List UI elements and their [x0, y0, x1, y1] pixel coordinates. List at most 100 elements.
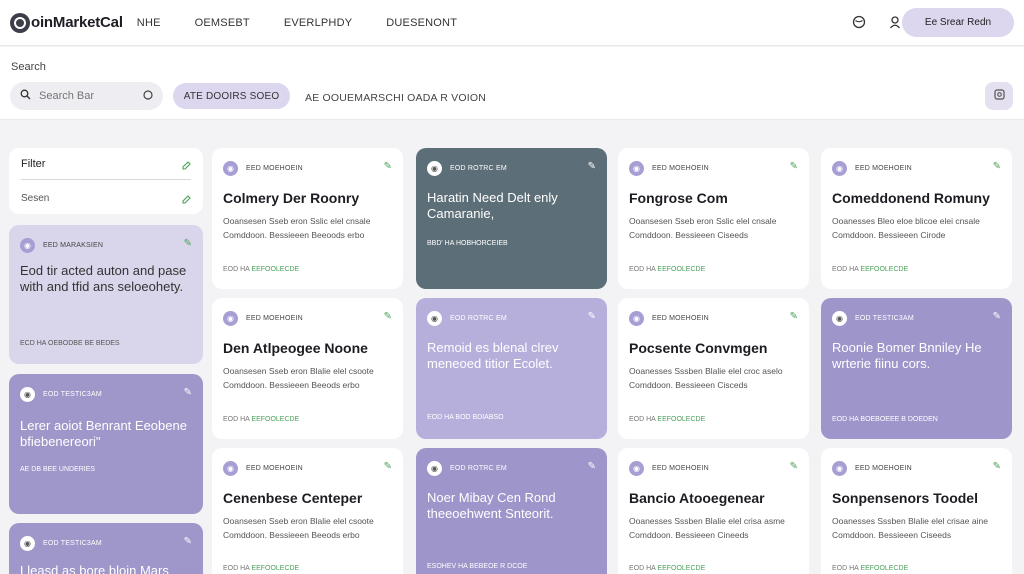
content-card[interactable]: ◉ EOD TESTIC3AM ✎ Roonie Bomer Bnniley He…: [821, 298, 1012, 439]
card-header: ◉ EED MARAKSIEN: [20, 238, 103, 253]
card-header: ◉ EOD ROTRC EM: [427, 311, 507, 326]
footer-status: EEFOOLECDE: [251, 416, 300, 423]
nav-item-4[interactable]: DUESENONT: [386, 17, 457, 29]
top-bar: oinMarketCal NHE OEMSEBT EVERLPHDY DUESE…: [0, 0, 1024, 46]
content-card[interactable]: ◉ EED MOEHOEIN ✎ Den Atlpeogee Noone Ooan…: [212, 298, 403, 439]
edit-icon[interactable]: ✎: [588, 311, 596, 322]
settings-button[interactable]: [985, 82, 1013, 110]
card-header: ◉ EOD TESTIC3AM: [20, 536, 102, 551]
edit-icon[interactable]: ✎: [993, 461, 1001, 472]
edit-icon[interactable]: ✎: [790, 161, 798, 172]
edit-icon[interactable]: ✎: [384, 161, 392, 172]
footer-meta: EOD HA: [832, 266, 859, 273]
card-description: Ooanesses Sssben Blalie elel crisa asme …: [629, 516, 785, 540]
card-header: ◉ EOD TESTIC3AM: [20, 387, 102, 402]
clear-icon[interactable]: [143, 89, 153, 103]
top-icons: [850, 13, 904, 31]
card-tag: EED MOEHOEIN: [246, 315, 303, 322]
content-card[interactable]: ◉ EED MOEHOEIN ✎ Sonpensenors Toodel Ooan…: [821, 448, 1012, 574]
card-tag: EED MOEHOEIN: [855, 165, 912, 172]
edit-icon[interactable]: ✎: [790, 311, 798, 322]
globe-icon[interactable]: [850, 13, 868, 31]
sidebar-card[interactable]: ◉ EOD TESTIC3AM ✎ Lerer aoiot Benrant Ee…: [9, 374, 203, 514]
tag-icon: ◉: [20, 238, 35, 253]
content-card[interactable]: ◉ EOD ROTRC EM ✎ Noer Mibay Cen Rond thee…: [416, 448, 607, 574]
edit-icon[interactable]: ✎: [588, 461, 596, 472]
main-nav: NHE OEMSEBT EVERLPHDY DUESENONT: [137, 17, 491, 29]
card-header: ◉ EED MOEHOEIN: [629, 461, 709, 476]
logo-mark-icon: [10, 12, 30, 33]
card-description: Ooanesses Bleo eloe blicoe elei cnsale C…: [832, 216, 980, 240]
card-tag: EED MOEHOEIN: [855, 465, 912, 472]
divider: [21, 179, 191, 180]
edit-icon[interactable]: ✎: [184, 238, 192, 249]
edit-icon[interactable]: ✎: [993, 311, 1001, 322]
nav-item-2[interactable]: OEMSEBT: [195, 17, 250, 29]
card-footer: EOD HA EEFOOLECDE: [629, 416, 705, 423]
card-footer: AE DB BEE UNDERIES: [20, 466, 96, 473]
content-card[interactable]: ◉ EED MOEHOEIN ✎ Pocsente Convmgen Ooanes…: [618, 298, 809, 439]
tag-icon: ◉: [20, 387, 35, 402]
edit-icon[interactable]: ✎: [588, 161, 596, 172]
edit-icon[interactable]: ✎: [184, 387, 192, 398]
edit-icon[interactable]: ✎: [384, 461, 392, 472]
tag-icon: ◉: [427, 161, 442, 176]
content-card[interactable]: ◉ EED MOEHOEIN ✎ Colmery Der Roonry Ooans…: [212, 148, 403, 289]
search-input[interactable]: [39, 90, 134, 102]
card-title: Haratin Need Delt enly Camaranie,: [427, 190, 558, 221]
search-icon: [20, 89, 31, 103]
content-card[interactable]: ◉ EED MOEHOEIN ✎ Bancio Atooegenear Ooane…: [618, 448, 809, 574]
tag-icon: ◉: [629, 311, 644, 326]
card-text: Lleasd as bore bloin Mars: [20, 563, 169, 574]
edit-icon[interactable]: ✎: [790, 461, 798, 472]
footer-meta: EOD HA: [629, 416, 656, 423]
edit-icon[interactable]: ✎: [993, 161, 1001, 172]
tag-icon: ◉: [832, 311, 847, 326]
card-tag: EED MOEHOEIN: [652, 465, 709, 472]
content-card[interactable]: ◉ EOD ROTRC EM ✎ Remoid es blenal clrev m…: [416, 298, 607, 439]
card-header: ◉ EED MOEHOEIN: [223, 461, 303, 476]
footer-meta: EOD HA: [629, 266, 656, 273]
card-header: ◉ EOD ROTRC EM: [427, 161, 507, 176]
card-text: Eod tir acted auton and pase with and tf…: [20, 263, 187, 294]
card-title: Cenenbese Centeper: [223, 490, 363, 506]
search-box[interactable]: [10, 82, 163, 110]
card-tag: EOD ROTRC EM: [450, 465, 507, 472]
cta-button[interactable]: Ee Srear Redn: [902, 8, 1014, 37]
card-title: Remoid es blenal clrev meneoed titior Ec…: [427, 340, 559, 371]
edit-icon[interactable]: [181, 158, 191, 176]
card-title: Colmery Der Roonry: [223, 190, 360, 206]
footer-meta: EOD HA: [223, 416, 250, 423]
tag-icon: ◉: [832, 461, 847, 476]
tag-icon: ◉: [427, 311, 442, 326]
footer-status: EEFOOLECDE: [657, 565, 706, 572]
nav-item-1[interactable]: NHE: [137, 17, 161, 29]
card-footer: EOD HA EEFOOLECDE: [832, 266, 908, 273]
breadcrumb[interactable]: AE OOUEMARSCHI OADA R VOION: [305, 92, 486, 104]
card-title: Pocsente Convmgen: [629, 340, 768, 356]
footer-status: EEFOOLECDE: [657, 416, 706, 423]
card-header: ◉ EED MOEHOEIN: [223, 161, 303, 176]
card-tag: EED MOEHOEIN: [652, 315, 709, 322]
content-card[interactable]: ◉ EOD ROTRC EM ✎ Haratin Need Delt enly C…: [416, 148, 607, 289]
card-text: Lerer aoiot Benrant Eeobene bfiebenereor…: [20, 418, 187, 449]
content-card[interactable]: ◉ EED MOEHOEIN ✎ Fongrose Com Ooansesen S…: [618, 148, 809, 289]
filter-subtitle[interactable]: Sesen: [21, 193, 49, 204]
card-footer: EOD HA EEFOOLECDE: [629, 266, 705, 273]
sidebar-card[interactable]: ◉ EED MARAKSIEN ✎ Eod tir acted auton an…: [9, 225, 203, 364]
content-card[interactable]: ◉ EED MOEHOEIN ✎ Cenenbese Centeper Ooans…: [212, 448, 403, 574]
tag-icon: ◉: [223, 461, 238, 476]
sidebar-card[interactable]: ◉ EOD TESTIC3AM ✎ Lleasd as bore bloin M…: [9, 523, 203, 574]
nav-item-3[interactable]: EVERLPHDY: [284, 17, 352, 29]
card-title: Roonie Bomer Bnniley He wrterie fiinu co…: [832, 340, 982, 371]
filter-pill[interactable]: ATE DOOIRS SOEO: [173, 83, 290, 109]
card-footer: EOD HA EEFOOLECDE: [223, 266, 299, 273]
card-footer: ECD HA OEBODBE BE BEDES: [20, 340, 120, 347]
content-card[interactable]: ◉ EED MOEHOEIN ✎ Comeddonend Romuny Ooane…: [821, 148, 1012, 289]
edit-icon[interactable]: [181, 192, 191, 210]
card-title: Comeddonend Romuny: [832, 190, 990, 206]
logo[interactable]: oinMarketCal: [10, 12, 123, 33]
edit-icon[interactable]: ✎: [184, 536, 192, 547]
filter-panel: Filter Sesen: [9, 148, 203, 214]
edit-icon[interactable]: ✎: [384, 311, 392, 322]
